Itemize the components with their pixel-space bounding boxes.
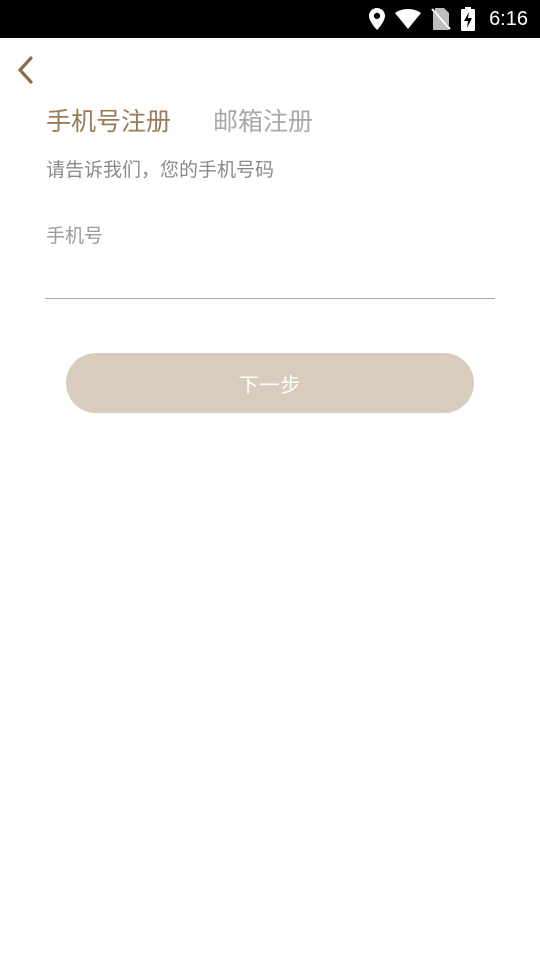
phone-input[interactable] — [45, 258, 495, 299]
tab-phone-register[interactable]: 手机号注册 — [46, 102, 171, 142]
status-bar: 6:16 — [0, 0, 540, 38]
next-button[interactable]: 下一步 — [66, 353, 474, 413]
battery-charging-icon — [461, 7, 476, 31]
clock: 6:16 — [489, 7, 528, 30]
subtitle: 请告诉我们，您的手机号码 — [46, 159, 275, 181]
no-sim-icon — [431, 8, 451, 30]
tab-email-register[interactable]: 邮箱注册 — [213, 102, 313, 142]
back-button[interactable] — [6, 48, 46, 92]
phone-label: 手机号 — [46, 225, 104, 247]
status-icons: 6:16 — [369, 0, 528, 38]
location-icon — [369, 8, 386, 30]
wifi-icon — [395, 9, 422, 29]
register-tabs: 手机号注册 邮箱注册 — [46, 102, 313, 142]
chevron-left-icon — [18, 56, 33, 84]
